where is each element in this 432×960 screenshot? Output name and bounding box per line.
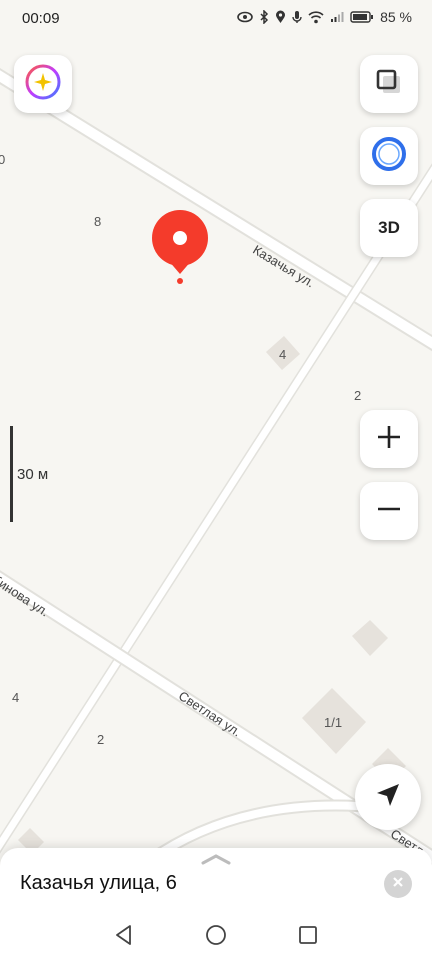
- sparkle-icon: [24, 63, 62, 106]
- zoom-out-button[interactable]: [360, 482, 418, 540]
- wifi-icon: [308, 10, 324, 24]
- recents-icon[interactable]: [298, 924, 318, 951]
- house-number: 0: [0, 152, 6, 167]
- location-marker[interactable]: [152, 210, 208, 284]
- eye-icon: [237, 11, 253, 23]
- plus-icon: [376, 424, 402, 455]
- house-number: 2: [97, 732, 105, 747]
- three-d-label: 3D: [378, 218, 400, 237]
- status-bar: 00:09 85 %: [0, 0, 432, 38]
- system-navigation-bar: [0, 914, 432, 960]
- house-number: 8: [94, 214, 102, 229]
- place-bottom-sheet[interactable]: Казачья улица, 6: [0, 848, 432, 960]
- layers-button[interactable]: [360, 55, 418, 113]
- layers-icon: [374, 67, 404, 102]
- location-icon: [275, 10, 286, 24]
- scale-label: 30 м: [17, 466, 49, 483]
- minus-icon: [376, 496, 402, 527]
- sheet-handle-chevron-icon[interactable]: [200, 852, 232, 870]
- house-number: 1/1: [324, 715, 343, 730]
- place-title: Казачья улица, 6: [20, 872, 177, 894]
- mic-icon: [292, 10, 302, 24]
- three-d-button[interactable]: 3D: [360, 199, 418, 257]
- status-time: 00:09: [22, 10, 60, 27]
- house-number: 4: [12, 690, 20, 705]
- close-icon: [392, 875, 404, 893]
- home-icon[interactable]: [205, 924, 227, 951]
- close-sheet-button[interactable]: [384, 870, 412, 898]
- alice-button[interactable]: [360, 127, 418, 185]
- back-icon[interactable]: [114, 924, 134, 951]
- my-location-button[interactable]: [355, 764, 421, 830]
- scale-bar: [10, 426, 13, 522]
- house-number: 4: [279, 347, 287, 362]
- ai-assistant-button[interactable]: [14, 55, 72, 113]
- navigation-arrow-icon: [374, 781, 402, 814]
- bluetooth-icon: [259, 10, 269, 24]
- signal-icon: [330, 11, 344, 23]
- zoom-in-button[interactable]: [360, 410, 418, 468]
- battery-percent: 85 %: [380, 9, 412, 25]
- status-icons: 85 %: [237, 9, 412, 25]
- house-number: 2: [354, 388, 362, 403]
- alice-icon: [370, 135, 408, 178]
- battery-icon: [350, 11, 374, 23]
